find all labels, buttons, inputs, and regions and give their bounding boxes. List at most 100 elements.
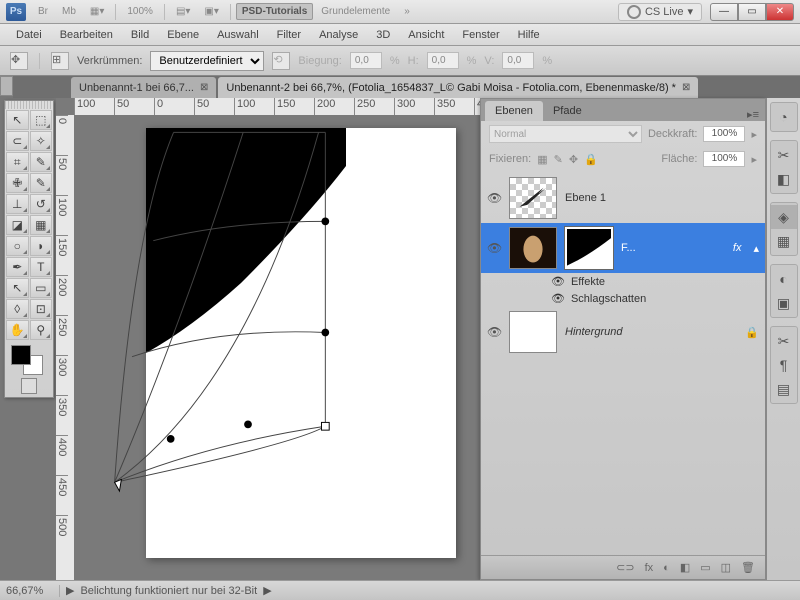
blur-tool[interactable]: ○ [6, 236, 29, 256]
color-swatches[interactable] [5, 341, 53, 375]
history-brush-tool[interactable]: ↺ [30, 194, 53, 214]
layer-thumb[interactable] [509, 311, 557, 353]
channels-panel-icon[interactable]: ▦ [771, 229, 797, 253]
brush-tool[interactable]: ✎ [30, 173, 53, 193]
actions-panel-icon[interactable]: ▣ [771, 291, 797, 315]
maximize-btn[interactable]: ▭ [738, 3, 766, 21]
cs-live[interactable]: CS Live ▾ [618, 3, 702, 21]
zoom-tool[interactable]: ⚲ [30, 320, 53, 340]
layer-name[interactable]: Hintergrund [565, 326, 737, 338]
char-panel-icon[interactable]: ✂ [771, 329, 797, 353]
canvas[interactable] [146, 128, 456, 558]
grundelemente-btn[interactable]: Grundelemente [315, 3, 396, 20]
screen-mode[interactable]: ▣▾ [198, 3, 224, 20]
3d-tool[interactable]: ◊ [6, 299, 29, 319]
tab-ebenen[interactable]: Ebenen [485, 101, 543, 121]
gradient-tool[interactable]: ▦ [30, 215, 53, 235]
doc-tab-2[interactable]: Unbenannt-2 bei 66,7%, (Fotolia_1654837_… [218, 77, 698, 98]
effect-schlagschatten[interactable]: 👁Schlagschatten [481, 290, 765, 307]
layer-thumb[interactable] [509, 177, 557, 219]
ps-logo[interactable]: Ps [6, 3, 26, 21]
more-ws[interactable]: » [398, 3, 416, 20]
opacity-val[interactable]: 100% [703, 126, 745, 142]
warp-icon[interactable]: ⊞ [51, 52, 69, 70]
shape-tool[interactable]: ▭ [30, 278, 53, 298]
layout-dd1[interactable]: ▦▾ [84, 3, 110, 20]
crop-tool[interactable]: ⌗ [6, 152, 29, 172]
new-layer-icon[interactable]: ◫ [721, 561, 731, 574]
status-tri-icon[interactable]: ▶ [263, 584, 271, 597]
layer-row-selected[interactable]: 👁 F... fx▴ [481, 223, 765, 273]
effects-row[interactable]: 👁Effekte [481, 273, 765, 290]
menu-ebene[interactable]: Ebene [159, 26, 207, 44]
layer-row[interactable]: 👁 Ebene 1 [481, 173, 765, 223]
lock-all-icon[interactable]: 🔒 [584, 153, 598, 166]
lock-trans-icon[interactable]: ▦ [537, 153, 547, 166]
menu-filter[interactable]: Filter [269, 26, 309, 44]
menu-fenster[interactable]: Fenster [454, 26, 507, 44]
lock-pos-icon[interactable]: ✥ [569, 153, 578, 166]
lock-paint-icon[interactable]: ✎ [554, 153, 563, 166]
menu-3d[interactable]: 3D [368, 26, 398, 44]
layer-mask-thumb[interactable] [565, 227, 613, 269]
close-tab-icon[interactable]: ⊠ [682, 82, 690, 93]
minibridge-btn[interactable]: Mb [56, 3, 82, 20]
dock-strip[interactable] [0, 76, 13, 96]
layer-name[interactable]: Ebene 1 [565, 192, 759, 204]
visibility-icon[interactable]: 👁 [487, 325, 501, 339]
adjust-panel-icon[interactable]: ✂ [771, 143, 797, 167]
path-select-tool[interactable]: ↖ [6, 278, 29, 298]
layer-thumb[interactable] [509, 227, 557, 269]
visibility-icon[interactable]: 👁 [487, 241, 501, 255]
visibility-icon[interactable]: 👁 [551, 292, 565, 305]
mask-icon[interactable]: ◐ [663, 562, 670, 574]
menu-bild[interactable]: Bild [123, 26, 157, 44]
color-panel-icon[interactable]: ◔ [771, 105, 797, 129]
history-panel-icon[interactable]: ◐ [771, 267, 797, 291]
trash-icon[interactable]: 🗑 [741, 561, 755, 574]
para-panel-icon[interactable]: ¶ [771, 353, 797, 377]
quickmask-toggle[interactable] [5, 375, 53, 397]
layers-panel-icon[interactable]: ◈ [771, 205, 797, 229]
lasso-tool[interactable]: ⊂ [6, 131, 29, 151]
minimize-btn[interactable]: — [710, 3, 738, 21]
pen-tool[interactable]: ✒ [6, 257, 29, 277]
layer-row-bg[interactable]: 👁 Hintergrund 🔒 [481, 307, 765, 357]
toolbox-grip[interactable] [5, 101, 53, 109]
eraser-tool[interactable]: ◪ [6, 215, 29, 235]
ruler-horizontal[interactable]: 10050050100150200250300350400 [74, 98, 480, 115]
visibility-icon[interactable]: 👁 [551, 275, 565, 288]
menu-hilfe[interactable]: Hilfe [510, 26, 548, 44]
bridge-btn[interactable]: Br [32, 3, 54, 20]
zoom-readout[interactable]: 66,67% [6, 585, 60, 597]
3d-cam-tool[interactable]: ⊡ [30, 299, 53, 319]
eyedropper-tool[interactable]: ✎ [30, 152, 53, 172]
fx-icon[interactable]: fx [645, 562, 654, 574]
warp-preset[interactable]: Benutzerdefiniert [150, 51, 264, 71]
type-tool[interactable]: T [30, 257, 53, 277]
menu-auswahl[interactable]: Auswahl [209, 26, 267, 44]
fill-val[interactable]: 100% [703, 151, 745, 167]
tab-pfade[interactable]: Pfade [543, 101, 592, 121]
stamp-tool[interactable]: ⊥ [6, 194, 29, 214]
close-tab-icon[interactable]: ⊠ [200, 82, 208, 93]
layout-dd2[interactable]: ▤▾ [170, 3, 196, 20]
heal-tool[interactable]: ✙ [6, 173, 29, 193]
layer-name[interactable]: F... [621, 242, 725, 254]
doc-tab-1[interactable]: Unbenannt-1 bei 66,7...⊠ [71, 77, 216, 98]
marquee-tool[interactable]: ⬚ [30, 110, 53, 130]
menu-analyse[interactable]: Analyse [311, 26, 366, 44]
menu-datei[interactable]: Datei [8, 26, 50, 44]
menu-ansicht[interactable]: Ansicht [400, 26, 452, 44]
close-btn[interactable]: ✕ [766, 3, 794, 21]
fx-badge[interactable]: fx [733, 242, 742, 254]
status-tri-icon[interactable]: ▶ [66, 584, 74, 597]
panel-menu-icon[interactable]: ▸≡ [741, 108, 765, 121]
adjust-icon[interactable]: ◧ [680, 561, 690, 574]
wand-tool[interactable]: ✧ [30, 131, 53, 151]
menu-bearbeiten[interactable]: Bearbeiten [52, 26, 121, 44]
visibility-icon[interactable]: 👁 [487, 191, 501, 205]
psd-tutorials-btn[interactable]: PSD-Tutorials [236, 3, 313, 20]
tool-preset-icon[interactable]: ✥ [10, 52, 28, 70]
link-icon[interactable]: ⊂⊃ [616, 561, 634, 574]
